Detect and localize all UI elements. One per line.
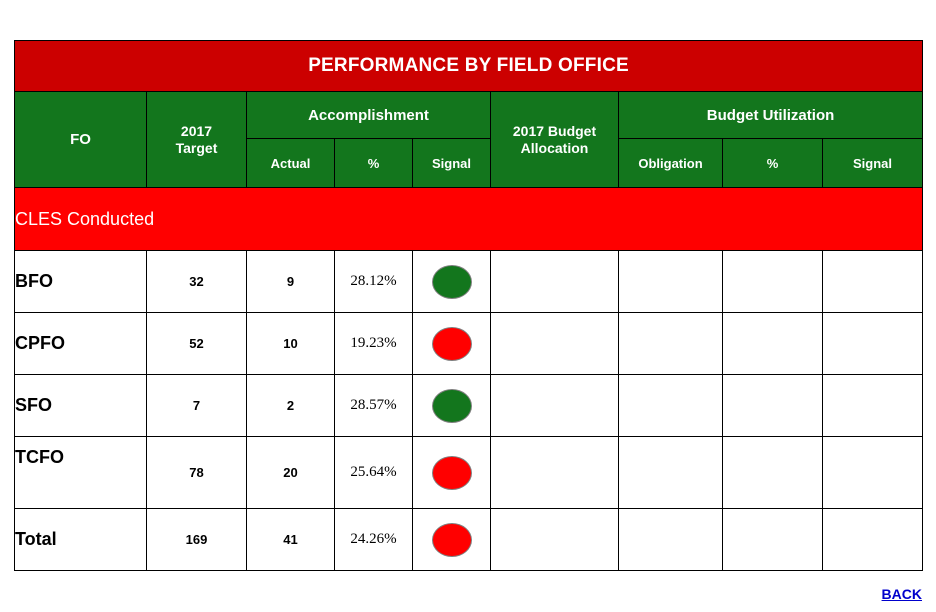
header-bu-signal: Signal <box>821 138 924 188</box>
row-target: 32 <box>146 250 247 313</box>
row-bu-signal <box>821 250 924 313</box>
performance-by-field-office-table: PERFORMANCE BY FIELD OFFICE FO 2017 Targ… <box>13 40 924 571</box>
row-percent: 25.64% <box>334 436 413 509</box>
row-signal <box>412 312 491 375</box>
table-row: SFO 7 2 28.57% <box>14 374 924 437</box>
row-budget-allocation <box>490 250 619 313</box>
table-row: CPFO 52 10 19.23% <box>14 312 924 375</box>
row-fo: CPFO <box>14 312 147 375</box>
table-row: TCFO 78 20 25.64% <box>14 436 924 509</box>
row-fo: BFO <box>14 250 147 313</box>
signal-dot-icon <box>431 326 472 361</box>
row-actual: 41 <box>246 508 335 571</box>
header-fo: FO <box>14 91 147 188</box>
row-bu-signal <box>821 374 924 437</box>
row-bu-percent <box>722 508 823 571</box>
row-budget-allocation <box>490 374 619 437</box>
header-accomplishment-signal: Signal <box>412 138 491 188</box>
row-bu-percent <box>722 374 823 437</box>
row-target: 169 <box>146 508 247 571</box>
row-actual: 20 <box>246 436 335 509</box>
row-fo: TCFO <box>14 436 147 509</box>
row-obligation <box>618 250 723 313</box>
row-target: 52 <box>146 312 247 375</box>
row-budget-allocation <box>490 436 619 509</box>
row-fo: SFO <box>14 374 147 437</box>
header-target-line2: Target <box>175 139 218 156</box>
row-actual: 10 <box>246 312 335 375</box>
row-bu-signal <box>821 436 924 509</box>
row-actual: 9 <box>246 250 335 313</box>
row-obligation <box>618 436 723 509</box>
row-bu-percent <box>722 250 823 313</box>
signal-dot-icon <box>431 522 472 557</box>
header-row-top: FO 2017 Target Accomplishment 2017 Budge… <box>14 91 924 188</box>
header-accomplishment: Accomplishment <box>246 91 491 139</box>
signal-dot-icon <box>431 455 472 490</box>
row-signal <box>412 436 491 509</box>
row-percent: 24.26% <box>334 508 413 571</box>
row-target: 78 <box>146 436 247 509</box>
table-title-row: PERFORMANCE BY FIELD OFFICE <box>13 40 924 92</box>
row-signal <box>412 508 491 571</box>
header-budget-utilization: Budget Utilization <box>617 91 924 139</box>
table-row: BFO 32 9 28.12% <box>14 250 924 313</box>
row-obligation <box>618 312 723 375</box>
row-percent: 28.12% <box>334 250 413 313</box>
row-bu-signal <box>821 312 924 375</box>
row-target: 7 <box>146 374 247 437</box>
performance-table-container: PERFORMANCE BY FIELD OFFICE FO 2017 Targ… <box>13 40 924 571</box>
back-link-container: BACK <box>882 586 922 604</box>
page-title: PERFORMANCE BY FIELD OFFICE <box>13 40 924 92</box>
row-budget-allocation <box>490 312 619 375</box>
header-actual: Actual <box>246 138 335 188</box>
row-budget-allocation <box>490 508 619 571</box>
header-budget-allocation: 2017 Budget Allocation <box>490 91 619 188</box>
row-bu-signal <box>821 508 924 571</box>
back-link[interactable]: BACK <box>882 586 922 602</box>
row-signal <box>412 250 491 313</box>
signal-dot-icon <box>431 388 472 423</box>
row-percent: 19.23% <box>334 312 413 375</box>
header-bu-percent: % <box>722 138 823 188</box>
section-row-cles-conducted: CLES Conducted <box>13 187 924 251</box>
header-accomplishment-percent: % <box>334 138 413 188</box>
row-actual: 2 <box>246 374 335 437</box>
row-obligation <box>618 508 723 571</box>
header-budget-allocation-line1: 2017 Budget <box>512 123 597 140</box>
header-obligation: Obligation <box>618 138 723 188</box>
header-target-line1: 2017 <box>180 123 213 140</box>
signal-dot-icon <box>431 264 472 299</box>
header-budget-allocation-line2: Allocation <box>520 139 589 156</box>
row-fo: Total <box>14 508 147 571</box>
table-row-total: Total 169 41 24.26% <box>14 508 924 571</box>
row-signal <box>412 374 491 437</box>
row-bu-percent <box>722 312 823 375</box>
row-percent: 28.57% <box>334 374 413 437</box>
header-target: 2017 Target <box>146 91 247 188</box>
row-bu-percent <box>722 436 823 509</box>
row-obligation <box>618 374 723 437</box>
section-label: CLES Conducted <box>13 187 924 251</box>
